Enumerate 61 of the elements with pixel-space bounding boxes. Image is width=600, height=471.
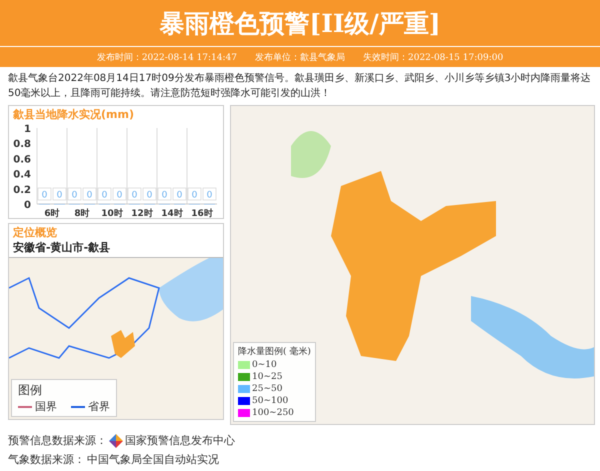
source-value: 中国气象局全国自动站实况 [87,452,219,467]
legend-label: 0~10 [252,360,277,370]
y-tick-label: 0 [24,200,31,211]
x-tick-label: 8时 [74,209,90,218]
park-area-drawing [291,131,331,178]
y-tick-label: 0.4 [13,170,31,181]
panel-title: 定位概览 [12,225,58,240]
meta-text: 失效时间：2022-08-15 17:09:00 [363,52,504,64]
meta-text: 发布时间：2022-08-14 17:14:47 [96,52,237,64]
x-tick-label: 16时 [191,209,213,218]
data-label: 0 [42,190,48,200]
data-label: 0 [146,190,153,200]
data-label: 0 [86,190,93,200]
value-label: 0 [52,188,66,200]
value-label: 0 [158,188,172,200]
value-label: 0 [82,188,96,200]
x-tick-label: 6时 [44,209,60,218]
legend-label: 省界 [88,399,110,414]
data-label: 0 [176,190,183,200]
x-tick-label: 12时 [131,209,153,218]
value-label: 0 [98,188,112,200]
data-label: 0 [192,190,198,200]
data-label: 0 [72,190,78,200]
source-label: 气象数据来源： [8,452,85,467]
legend-label: 25~50 [252,384,282,394]
y-tick-label: 0.8 [13,139,31,150]
data-label: 0 [162,190,168,200]
diamond-logo-icon [109,434,123,448]
water-drawing [159,258,223,322]
y-tick-label: 0.6 [13,154,31,166]
value-label: 0 [112,188,126,200]
data-label: 0 [56,190,63,200]
value-label: 0 [188,188,202,200]
x-tick-label: 14时 [161,209,183,218]
data-label: 0 [206,190,213,200]
source-value: 国家预警信息发布中心 [125,433,235,448]
y-tick-label: 1 [24,124,31,135]
legend-title: 图例 [18,382,43,399]
data-label: 0 [102,190,108,200]
legend-label: 50~100 [252,396,288,406]
county-region-drawing [111,330,135,358]
data-label: 0 [116,190,123,200]
warning-title: 暴雨橙色预警[II级/严重] [159,8,441,40]
value-label: 0 [172,188,186,200]
meta-text: 发布单位：歙县气象局 [255,52,345,64]
legend-label: 10~25 [252,372,282,382]
value-label: 0 [202,188,216,200]
value-label: 0 [38,188,52,200]
source-label: 预警信息数据来源： [8,433,107,448]
warning-description: 歙县气象台2022年08月14日17时09分发布暴雨橙色预警信号。歙县璜田乡、新溪口乡、武阳乡、小川乡等乡镇3小时内降雨量将达50毫米以上，且降雨可能持续。请注意防范短时强降水可能引发的山洪！ [8,72,592,101]
value-label: 0 [128,188,142,200]
value-label: 0 [142,188,156,200]
y-tick-label: 0.2 [13,184,31,196]
data-label: 0 [132,190,138,200]
legend-label: 100~250 [252,408,294,418]
legend-label: 国界 [35,399,57,414]
x-tick-label: 10时 [101,209,123,218]
panel-title: 歙县当地降水实况(mm) [12,107,135,122]
legend-title: 降水量图例( 毫米) [238,345,311,358]
value-label: 0 [68,188,82,200]
location-path: 安徽省-黄山市-歙县 [12,240,112,256]
